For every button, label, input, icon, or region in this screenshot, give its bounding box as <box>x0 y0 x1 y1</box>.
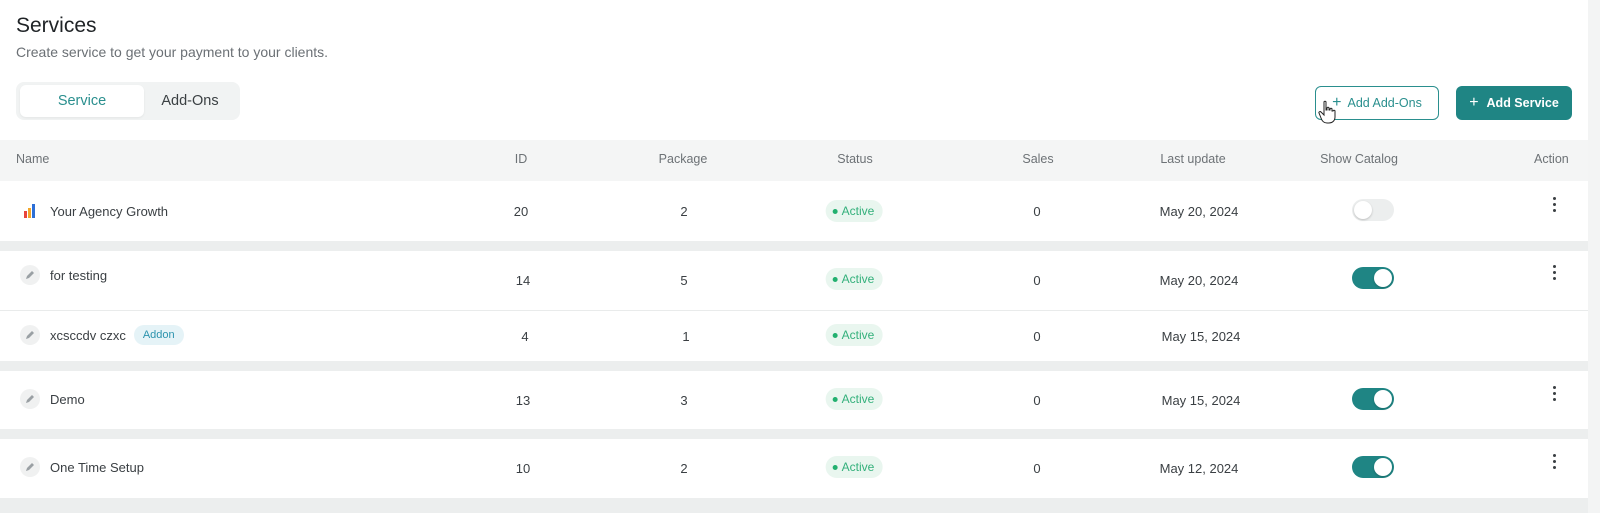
column-header-package: Package <box>658 152 708 166</box>
table-row[interactable]: Your Agency Growth 20 2 Active 0 May 20,… <box>0 181 1588 241</box>
service-name-cell: xcsccdv czxc Addon <box>20 325 184 345</box>
row-actions-kebab-icon[interactable] <box>1546 194 1562 214</box>
group-separator <box>0 361 1588 371</box>
pencil-icon <box>20 457 40 477</box>
tab-service[interactable]: Service <box>20 85 144 117</box>
service-sales: 0 <box>1033 273 1041 288</box>
service-id: 13 <box>515 393 531 408</box>
status-dot-icon <box>832 464 838 470</box>
add-service-label: Add Service <box>1486 96 1559 110</box>
pencil-icon <box>20 389 40 409</box>
hand-cursor-icon <box>1318 100 1336 124</box>
service-name-cell: One Time Setup <box>20 457 144 477</box>
service-name[interactable]: One Time Setup <box>50 460 144 475</box>
status-text: Active <box>841 460 875 474</box>
plus-icon: + <box>1469 94 1479 111</box>
service-name-cell: Demo <box>20 389 85 409</box>
status-text: Active <box>841 272 875 286</box>
status-text: Active <box>841 204 875 218</box>
toggle-knob <box>1354 201 1372 219</box>
addon-badge: Addon <box>133 325 184 345</box>
group-separator <box>0 429 1588 439</box>
row-actions-kebab-icon[interactable] <box>1546 451 1562 471</box>
column-header-name: Name <box>16 152 50 166</box>
service-id: 4 <box>521 329 529 344</box>
status-text: Active <box>841 392 875 406</box>
service-last-update: May 15, 2024 <box>1161 329 1241 344</box>
show-catalog-toggle[interactable] <box>1352 199 1394 221</box>
service-name[interactable]: Your Agency Growth <box>50 204 168 219</box>
tab-add-ons[interactable]: Add-Ons <box>144 85 236 117</box>
service-package: 5 <box>680 273 688 288</box>
service-name-cell: for testing <box>20 265 107 285</box>
row-actions-kebab-icon[interactable] <box>1546 262 1562 282</box>
status-badge: Active <box>825 324 883 346</box>
status-dot-icon <box>832 208 838 214</box>
service-name-cell: Your Agency Growth <box>20 201 168 221</box>
group-separator <box>0 241 1588 251</box>
service-name[interactable]: for testing <box>50 268 107 283</box>
pencil-icon <box>20 325 40 345</box>
service-name[interactable]: Demo <box>50 392 85 407</box>
table-header: Name ID Package Status Sales Last update… <box>0 140 1588 181</box>
column-header-last-update: Last update <box>1160 152 1226 166</box>
toggle-knob <box>1374 269 1392 287</box>
add-add-ons-label: Add Add-Ons <box>1347 96 1422 110</box>
service-package: 2 <box>680 204 688 219</box>
service-id: 14 <box>515 273 531 288</box>
show-catalog-toggle[interactable] <box>1352 456 1394 478</box>
page-subtitle: Create service to get your payment to yo… <box>16 44 329 60</box>
status-dot-icon <box>832 276 838 282</box>
group-separator <box>0 498 1588 513</box>
service-sales: 0 <box>1033 393 1041 408</box>
table-row[interactable]: xcsccdv czxc Addon 4 1 Active 0 May 15, … <box>0 311 1588 361</box>
service-last-update: May 20, 2024 <box>1159 273 1239 288</box>
service-name[interactable]: xcsccdv czxc <box>50 328 126 343</box>
add-service-button[interactable]: + Add Service <box>1456 86 1572 120</box>
column-header-sales: Sales <box>1022 152 1054 166</box>
service-package: 1 <box>682 329 690 344</box>
status-text: Active <box>841 328 875 342</box>
table-row[interactable]: Demo 13 3 Active 0 May 15, 2024 <box>0 371 1588 429</box>
show-catalog-toggle[interactable] <box>1352 388 1394 410</box>
table-row[interactable]: for testing 14 5 Active 0 May 20, 2024 <box>0 251 1588 310</box>
column-header-action: Action <box>1534 152 1569 166</box>
toggle-knob <box>1374 458 1392 476</box>
service-sales: 0 <box>1033 329 1041 344</box>
table-row[interactable]: One Time Setup 10 2 Active 0 May 12, 202… <box>0 439 1588 498</box>
status-badge: Active <box>825 200 883 222</box>
show-catalog-toggle[interactable] <box>1352 267 1394 289</box>
toggle-knob <box>1374 390 1392 408</box>
service-sales: 0 <box>1033 204 1041 219</box>
pencil-icon <box>20 265 40 285</box>
scrollbar-track[interactable] <box>1588 0 1600 513</box>
column-header-status: Status <box>837 152 873 166</box>
page-title: Services <box>16 14 97 37</box>
service-last-update: May 12, 2024 <box>1159 461 1239 476</box>
status-dot-icon <box>832 332 838 338</box>
column-header-show-catalog: Show Catalog <box>1320 152 1398 166</box>
service-package: 3 <box>680 393 688 408</box>
service-last-update: May 15, 2024 <box>1161 393 1241 408</box>
service-id: 20 <box>513 204 529 219</box>
view-switcher: Service Add-Ons <box>16 82 240 120</box>
chart-logo-icon <box>20 201 40 221</box>
status-badge: Active <box>825 268 883 290</box>
service-sales: 0 <box>1033 461 1041 476</box>
status-badge: Active <box>825 388 883 410</box>
service-id: 10 <box>515 461 531 476</box>
row-actions-kebab-icon[interactable] <box>1546 383 1562 403</box>
status-dot-icon <box>832 396 838 402</box>
service-package: 2 <box>680 461 688 476</box>
service-last-update: May 20, 2024 <box>1159 204 1239 219</box>
column-header-id: ID <box>514 152 528 166</box>
status-badge: Active <box>825 456 883 478</box>
